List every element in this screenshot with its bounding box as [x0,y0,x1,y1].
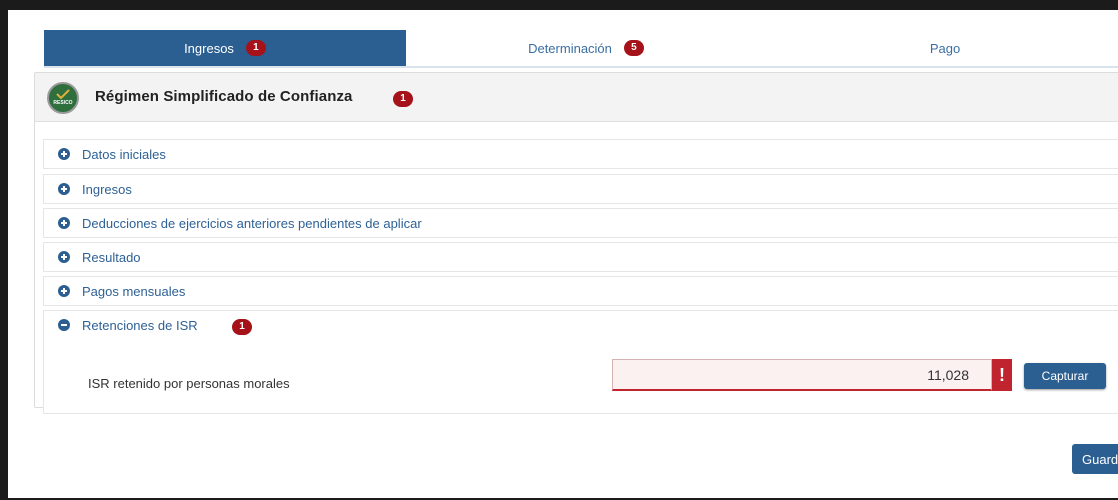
section-label: Datos iniciales [82,147,166,162]
section-label: Deducciones de ejercicios anteriores pen… [82,216,422,231]
panel-header: RESICO Régimen Simplificado de Confianza… [35,73,1118,122]
tab-badge: 5 [623,40,644,56]
tab-label: Ingresos [184,40,234,56]
section-label: Pagos mensuales [82,284,186,299]
section-pagos-mensuales[interactable]: Pagos mensuales [43,276,1118,306]
section-retenciones-isr: Retenciones de ISR 1 ISR retenido por pe… [43,310,1118,414]
resico-logo: RESICO [47,82,79,114]
tab-ingresos[interactable]: Ingresos 1 [44,30,406,66]
section-deducciones[interactable]: Deducciones de ejercicios anteriores pen… [43,208,1118,238]
section-ingresos[interactable]: Ingresos [43,174,1118,204]
regimen-panel: RESICO Régimen Simplificado de Confianza… [34,72,1118,414]
capturar-button[interactable]: Capturar [1024,363,1106,389]
plus-circle-icon [58,148,70,160]
section-badge: 1 [232,319,252,335]
guardar-button[interactable]: Guardar [1072,444,1118,474]
window-frame: Ingresos 1 Determinación 5 Pago RESICO R… [8,10,1118,498]
tab-bar: Ingresos 1 Determinación 5 Pago [44,30,1118,68]
tab-badge: 1 [245,40,266,56]
section-datos-iniciales[interactable]: Datos iniciales [43,139,1118,169]
isr-retenido-input[interactable] [612,359,992,391]
plus-circle-icon [58,251,70,263]
tab-label: Pago [929,40,961,56]
isr-retenido-label: ISR retenido por personas morales [88,376,290,391]
section-label: Ingresos [82,182,132,197]
tab-pago[interactable]: Pago [766,30,1118,66]
error-icon: ! [992,359,1012,391]
section-resultado[interactable]: Resultado [43,242,1118,272]
section-label[interactable]: Retenciones de ISR [82,318,198,333]
panel-badge: 1 [393,91,413,107]
plus-circle-icon [58,183,70,195]
tab-label: Determinación [528,40,612,56]
tab-determinacion[interactable]: Determinación 5 [406,30,766,66]
plus-circle-icon [58,217,70,229]
plus-circle-icon [58,285,70,297]
minus-circle-icon[interactable] [58,319,70,331]
panel-title: Régimen Simplificado de Confianza [95,88,353,105]
svg-text:RESICO: RESICO [53,100,72,106]
section-label: Resultado [82,250,141,265]
